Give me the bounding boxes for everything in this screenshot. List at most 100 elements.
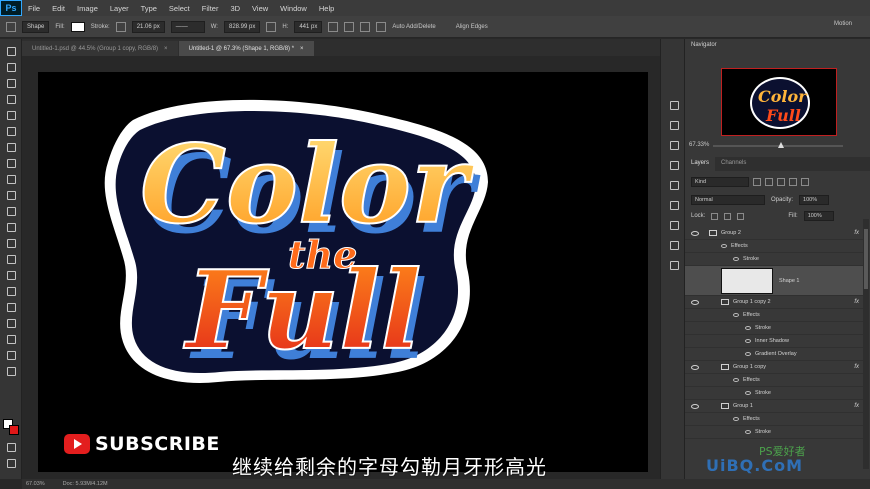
layer-row[interactable]: Group 1 fx <box>685 400 863 413</box>
navigator-zoom-slider[interactable] <box>713 142 843 148</box>
pen-tool-preset-icon[interactable] <box>6 21 16 32</box>
layer-fx-icon[interactable]: fx <box>854 299 859 305</box>
gear-icon[interactable] <box>376 21 387 32</box>
layer-fx-icon[interactable]: fx <box>854 364 859 370</box>
tool-mode-select[interactable]: Shape <box>22 20 50 33</box>
stroke-width-field[interactable]: 21.06 px <box>131 20 165 33</box>
screen-mode-icon[interactable] <box>5 457 16 468</box>
auto-add-delete-checkbox[interactable]: Auto Add/Delete <box>392 24 435 30</box>
menu-select[interactable]: Select <box>163 4 196 13</box>
paragraph-panel-icon[interactable] <box>668 219 679 230</box>
fill-swatch[interactable] <box>70 21 85 32</box>
dodge-tool-icon[interactable] <box>5 253 16 264</box>
stroke-type-select[interactable]: —— <box>170 20 205 33</box>
path-operations-icon[interactable] <box>328 21 339 32</box>
history-brush-tool-icon[interactable] <box>5 189 16 200</box>
menu-filter[interactable]: Filter <box>196 4 225 13</box>
effect-eye-icon[interactable] <box>733 378 739 382</box>
layer-effect-row[interactable]: Stroke <box>685 387 863 400</box>
type-tool-icon[interactable] <box>5 285 16 296</box>
character-panel-icon[interactable] <box>668 199 679 210</box>
menu-edit[interactable]: Edit <box>46 4 71 13</box>
status-zoom[interactable]: 67.03% <box>26 481 45 487</box>
history-panel-icon[interactable] <box>668 99 679 110</box>
background-color-swatch[interactable] <box>9 425 19 435</box>
menu-help[interactable]: Help <box>313 4 340 13</box>
status-doc-size[interactable]: Doc: 5.93M/4.12M <box>63 481 108 487</box>
eraser-tool-icon[interactable] <box>5 205 16 216</box>
navigator-tab[interactable]: Navigator <box>685 39 870 51</box>
slider-handle[interactable] <box>777 142 784 148</box>
layer-fx-icon[interactable]: fx <box>854 230 859 236</box>
path-alignment-icon[interactable] <box>344 21 355 32</box>
layer-effect-row[interactable]: Gradient Overlay <box>685 348 863 361</box>
layer-row[interactable]: Shape 1 <box>685 266 863 296</box>
swatches-panel-icon[interactable] <box>668 179 679 190</box>
menu-layer[interactable]: Layer <box>104 4 135 13</box>
shape-tool-icon[interactable] <box>5 317 16 328</box>
tab-layers[interactable]: Layers <box>685 157 716 171</box>
info-panel-icon[interactable] <box>668 239 679 250</box>
effect-eye-icon[interactable] <box>745 339 751 343</box>
menu-window[interactable]: Window <box>274 4 313 13</box>
type-filter-icon[interactable] <box>777 178 785 186</box>
layer-effect-row[interactable]: Effects <box>685 374 863 387</box>
clone-stamp-tool-icon[interactable] <box>5 173 16 184</box>
lock-position-icon[interactable] <box>724 212 732 220</box>
navigator-zoom[interactable]: 67.33% <box>689 142 709 148</box>
lasso-tool-icon[interactable] <box>5 77 16 88</box>
tab-channels[interactable]: Channels <box>715 157 752 171</box>
libraries-panel-icon[interactable] <box>668 259 679 270</box>
layer-row[interactable]: Group 2 fx <box>685 227 863 240</box>
layer-effect-row[interactable]: Effects <box>685 240 863 253</box>
layer-row[interactable]: Group 1 copy 2 fx <box>685 296 863 309</box>
menu-3d[interactable]: 3D <box>224 4 246 13</box>
pen-tool-icon[interactable] <box>5 269 16 280</box>
crop-tool-icon[interactable] <box>5 109 16 120</box>
menu-view[interactable]: View <box>246 4 274 13</box>
shape-filter-icon[interactable] <box>789 178 797 186</box>
marquee-tool-icon[interactable] <box>5 61 16 72</box>
stroke-swatch[interactable] <box>115 21 126 32</box>
tab-document-1[interactable]: Untitled-1.psd @ 44.5% (Group 1 copy, RG… <box>22 41 178 56</box>
layer-effect-row[interactable]: Effects <box>685 309 863 322</box>
tab-document-2[interactable]: Untitled-1 @ 67.3% (Shape 1, RGB/8) * × <box>178 41 314 56</box>
layer-effect-row[interactable]: Inner Shadow <box>685 335 863 348</box>
layer-effect-row[interactable]: Stroke <box>685 426 863 439</box>
effect-eye-icon[interactable] <box>745 352 751 356</box>
move-tool-icon[interactable] <box>5 45 16 56</box>
lock-all-icon[interactable] <box>737 212 745 220</box>
effect-eye-icon[interactable] <box>733 257 739 261</box>
effect-eye-icon[interactable] <box>745 391 751 395</box>
opacity-field[interactable]: 100% <box>799 195 830 205</box>
effect-eye-icon[interactable] <box>721 244 727 248</box>
effect-eye-icon[interactable] <box>745 430 751 434</box>
scrollbar-thumb[interactable] <box>864 229 868 289</box>
adjustment-filter-icon[interactable] <box>765 178 773 186</box>
link-icon[interactable] <box>266 21 277 32</box>
menu-file[interactable]: File <box>22 4 46 13</box>
menu-image[interactable]: Image <box>71 4 104 13</box>
eyedropper-tool-icon[interactable] <box>5 125 16 136</box>
path-arrangement-icon[interactable] <box>360 21 371 32</box>
properties-panel-icon[interactable] <box>668 119 679 130</box>
close-icon[interactable]: × <box>164 46 168 52</box>
document-canvas[interactable]: Color Full Color the Full <box>38 72 648 472</box>
align-edges-checkbox[interactable]: Align Edges <box>456 24 488 30</box>
path-selection-tool-icon[interactable] <box>5 301 16 312</box>
blend-mode-select[interactable]: Normal <box>691 195 765 205</box>
fill-field[interactable]: 100% <box>803 211 834 221</box>
more-tools-icon[interactable] <box>5 365 16 376</box>
blur-tool-icon[interactable] <box>5 237 16 248</box>
effect-eye-icon[interactable] <box>733 417 739 421</box>
lock-pixels-icon[interactable] <box>711 212 719 220</box>
layer-effect-row[interactable]: Effects <box>685 413 863 426</box>
healing-brush-tool-icon[interactable] <box>5 141 16 152</box>
gradient-tool-icon[interactable] <box>5 221 16 232</box>
quick-select-tool-icon[interactable] <box>5 93 16 104</box>
brush-panel-icon[interactable] <box>668 139 679 150</box>
layer-fx-icon[interactable]: fx <box>854 403 859 409</box>
adjustments-panel-icon[interactable] <box>668 159 679 170</box>
effect-eye-icon[interactable] <box>745 326 751 330</box>
zoom-tool-icon[interactable] <box>5 349 16 360</box>
